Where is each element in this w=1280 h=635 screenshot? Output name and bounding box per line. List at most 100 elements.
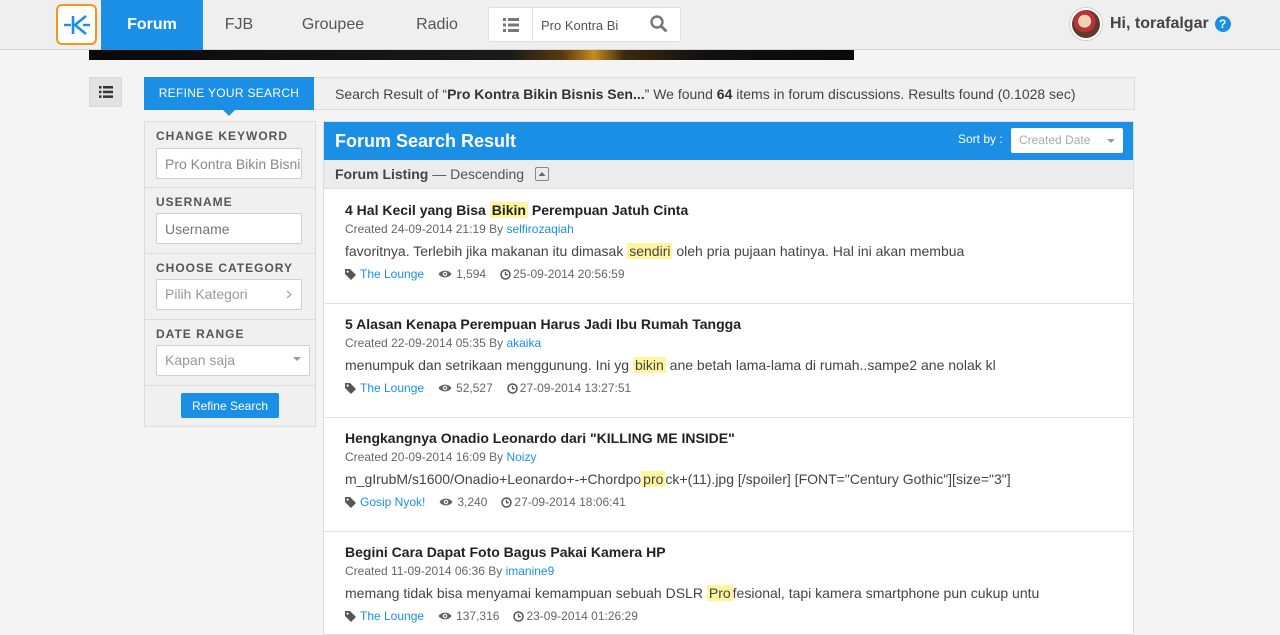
username-input[interactable] xyxy=(156,213,302,244)
result-item: Hengkangnya Onadio Leonardo dari "KILLIN… xyxy=(324,418,1133,532)
thread-title-link[interactable]: Hengkangnya Onadio Leonardo dari "KILLIN… xyxy=(345,430,735,446)
kaskus-logo[interactable] xyxy=(56,4,97,45)
eye-icon xyxy=(439,498,453,506)
author-link[interactable]: imanine9 xyxy=(506,564,555,578)
snippet-text: ck+(11).jpg [/spoiler] [FONT="Century Go… xyxy=(665,471,1011,487)
last-post-date: 27-09-2014 18:06:41 xyxy=(514,495,626,509)
thread-title-link[interactable]: 5 Alasan Kenapa Perempuan Harus Jadi Ibu… xyxy=(345,316,741,332)
k-logo-icon xyxy=(63,14,90,35)
search-button[interactable] xyxy=(650,15,670,35)
thread-snippet: favoritnya. Terlebih jika makanan itu di… xyxy=(345,243,964,259)
snippet-text: oleh pria pujaan hatinya. Hal ini akan m… xyxy=(672,243,965,259)
snippet-text: m_gIrubM/s1600/Onadio+Leonardo+-+Chordpo xyxy=(345,471,642,487)
list-icon xyxy=(502,17,519,32)
summary-mid: ” We found xyxy=(644,86,717,102)
collapse-listing-button[interactable] xyxy=(535,167,549,181)
forum-search-results: Forum Search Result Sort by : Created Da… xyxy=(323,121,1134,635)
author-link[interactable]: Noizy xyxy=(506,450,536,464)
snippet-highlight: pro xyxy=(641,471,666,487)
tag-icon xyxy=(345,382,356,394)
eye-icon xyxy=(438,270,452,278)
caret-down-icon xyxy=(293,357,301,361)
title-text: 4 Hal Kecil yang Bisa xyxy=(345,202,490,218)
date-range-value: Kapan saja xyxy=(165,352,236,368)
keyword-input[interactable] xyxy=(156,148,302,179)
thread-title-link[interactable]: 4 Hal Kecil yang Bisa Bikin Perempuan Ja… xyxy=(345,202,688,218)
summary-query: Pro Kontra Bikin Bisnis Sen... xyxy=(447,86,645,102)
tag-icon xyxy=(345,268,356,280)
tab-radio[interactable]: Radio xyxy=(392,0,482,50)
author-link[interactable]: akaika xyxy=(506,336,541,350)
view-count: 3,240 xyxy=(457,495,488,509)
help-icon[interactable]: ? xyxy=(1214,16,1231,32)
created-text: Created 20-09-2014 16:09 By xyxy=(345,450,507,464)
banner-image[interactable] xyxy=(89,50,854,60)
username-label: USERNAME xyxy=(156,195,233,209)
sidebar-toggle-button[interactable] xyxy=(89,77,122,107)
avatar[interactable] xyxy=(1070,8,1102,40)
tab-fjb[interactable]: FJB xyxy=(203,0,275,50)
refine-your-search-tab[interactable]: REFINE YOUR SEARCH xyxy=(144,77,314,116)
result-item: 5 Alasan Kenapa Perempuan Harus Jadi Ibu… xyxy=(324,304,1133,418)
refine-bar: REFINE YOUR SEARCH Search Result of “Pro… xyxy=(144,77,1135,116)
view-count: 137,316 xyxy=(456,609,500,623)
refine-search-button[interactable]: Refine Search xyxy=(181,393,279,418)
clock-icon xyxy=(500,268,511,280)
snippet-highlight: sendiri xyxy=(627,243,673,259)
category-select[interactable]: Pilih Kategori xyxy=(156,279,302,310)
category-link[interactable]: The Lounge xyxy=(360,609,424,623)
caret-down-icon xyxy=(1107,139,1115,143)
summary-count: 64 xyxy=(716,86,733,102)
thread-footer: The Lounge 137,316 23-09-2014 01:26:29 xyxy=(345,609,638,623)
created-text: Created 24-09-2014 21:19 By xyxy=(345,222,507,236)
date-range-select[interactable]: Kapan saja xyxy=(156,345,310,376)
category-filter: CHOOSE CATEGORY Pilih Kategori xyxy=(145,254,315,320)
listing-title: Forum Listing xyxy=(335,166,429,182)
clock-icon xyxy=(513,610,525,622)
clock-icon xyxy=(507,382,518,394)
date-range-label: DATE RANGE xyxy=(156,327,245,341)
thread-snippet: memang tidak bisa menyamai kemampuan seb… xyxy=(345,585,1039,601)
thread-meta: Created 11-09-2014 06:36 By imanine9 xyxy=(345,564,554,578)
list-icon xyxy=(98,86,113,98)
refine-sidebar: CHANGE KEYWORD USERNAME CHOOSE CATEGORY … xyxy=(144,121,316,427)
snippet-text: menumpuk dan setrikaan menggunung. Ini y… xyxy=(345,357,633,373)
thread-meta: Created 20-09-2014 16:09 By Noizy xyxy=(345,450,536,464)
listing-label: Forum Listing — Descending xyxy=(335,160,524,188)
summary-suffix: items in forum discussions. Results foun… xyxy=(732,86,1076,102)
user-greeting[interactable]: Hi, torafalgar xyxy=(1110,15,1209,33)
category-link[interactable]: Gosip Nyok! xyxy=(360,495,425,509)
tab-forum[interactable]: Forum xyxy=(101,0,203,50)
category-select-value: Pilih Kategori xyxy=(165,286,248,302)
author-link[interactable]: selfirozaqiah xyxy=(506,222,573,236)
thread-title-link[interactable]: Begini Cara Dapat Foto Bagus Pakai Kamer… xyxy=(345,544,666,560)
thread-footer: The Lounge 1,594 25-09-2014 20:56:59 xyxy=(345,267,625,281)
tab-groupee[interactable]: Groupee xyxy=(283,0,383,50)
eye-icon xyxy=(438,384,452,392)
thread-footer: Gosip Nyok! 3,240 27-09-2014 18:06:41 xyxy=(345,495,626,509)
title-text: 5 Alasan Kenapa Perempuan Harus Jadi Ibu… xyxy=(345,316,741,332)
search-category-button[interactable] xyxy=(489,8,533,41)
top-navbar: Forum FJB Groupee Radio Hi, torafalgar ? xyxy=(0,0,1280,50)
result-item: Begini Cara Dapat Foto Bagus Pakai Kamer… xyxy=(324,532,1133,634)
thread-meta: Created 24-09-2014 21:19 By selfirozaqia… xyxy=(345,222,574,236)
listing-bar: Forum Listing — Descending xyxy=(324,160,1133,189)
snippet-text: favoritnya. Terlebih jika makanan itu di… xyxy=(345,243,628,259)
user-menu[interactable]: Hi, torafalgar ? xyxy=(1070,5,1231,43)
search-input[interactable] xyxy=(541,14,645,36)
view-count: 52,527 xyxy=(456,381,493,395)
thread-footer: The Lounge 52,527 27-09-2014 13:27:51 xyxy=(345,381,631,395)
keyword-filter: CHANGE KEYWORD xyxy=(145,122,315,188)
tag-icon xyxy=(345,496,356,508)
category-link[interactable]: The Lounge xyxy=(360,381,424,395)
results-title: Forum Search Result xyxy=(335,131,517,151)
listing-order: — Descending xyxy=(428,166,525,182)
keyword-label: CHANGE KEYWORD xyxy=(156,129,289,143)
result-item: 4 Hal Kecil yang Bisa Bikin Perempuan Ja… xyxy=(324,190,1133,304)
sort-label: Sort by : xyxy=(958,132,1003,146)
category-link[interactable]: The Lounge xyxy=(360,267,424,281)
snippet-text: memang tidak bisa menyamai kemampuan seb… xyxy=(345,585,707,601)
snippet-highlight: Pro xyxy=(706,585,733,601)
tag-icon xyxy=(345,610,356,622)
sort-select[interactable]: Created Date xyxy=(1011,128,1123,153)
